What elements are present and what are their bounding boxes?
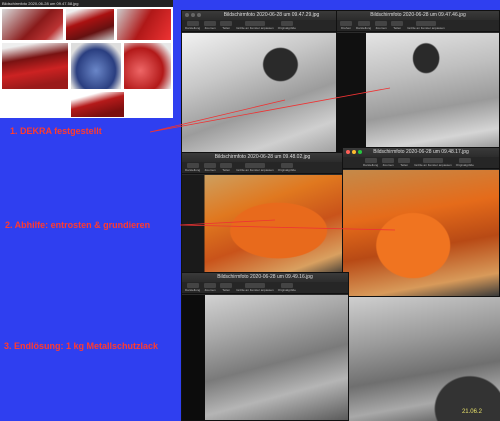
teilen-button[interactable]: Teilen bbox=[220, 283, 233, 292]
photo-underbody bbox=[182, 33, 361, 159]
fit-window-button[interactable]: Größe an Fenster anpassen bbox=[236, 283, 274, 292]
photo-underbody bbox=[337, 33, 499, 159]
window-titlebar[interactable]: Bildschirmfoto 2020-06-28 um 09.49.16.jp… bbox=[182, 273, 348, 282]
image-window-3[interactable]: Bildschirmfoto 2020-06-28 um 09.48.02.jp… bbox=[181, 152, 344, 277]
window-title: Bildschirmfoto 2020-06-28 um 09.47.29.jp… bbox=[223, 12, 320, 18]
window-toolbar: Darstellung Zoomen Teilen Größe an Fenst… bbox=[182, 162, 343, 174]
drehen-button[interactable]: Drehen bbox=[340, 21, 352, 30]
car-photo-thumbnail[interactable] bbox=[1, 42, 69, 90]
window-toolbar: Darstellung Zoomen Teilen Größe an Fenst… bbox=[182, 282, 348, 294]
darstellung-button[interactable]: Darstellung bbox=[185, 283, 200, 292]
darstellung-button[interactable]: Darstellung bbox=[363, 158, 378, 167]
teilen-button[interactable]: Teilen bbox=[398, 158, 411, 167]
car-photo-thumbnail[interactable] bbox=[1, 8, 64, 41]
zoomen-button[interactable]: Zoomen bbox=[375, 21, 388, 30]
label-endloesung: 3. Endlösung: 1 kg Metallschutzlack bbox=[4, 341, 159, 351]
collage-window[interactable]: Bildschirmfoto 2020-06-28 um 09.47.58.jp… bbox=[0, 0, 173, 118]
window-toolbar: Drehen Darstellung Zoomen Teilen Größe a… bbox=[337, 20, 499, 32]
car-photo-thumbnail[interactable] bbox=[65, 8, 115, 41]
thumb-grid bbox=[0, 7, 173, 118]
image-window-4[interactable]: Bildschirmfoto 2020-06-28 um 09.48.17.jp… bbox=[342, 147, 500, 297]
darstellung-button[interactable]: Darstellung bbox=[185, 163, 200, 172]
original-size-button[interactable]: Originalgröße bbox=[278, 21, 296, 30]
window-controls bbox=[346, 150, 362, 154]
original-size-button[interactable]: Originalgröße bbox=[278, 163, 296, 172]
car-photo-thumbnail[interactable] bbox=[123, 42, 172, 90]
window-controls bbox=[185, 13, 201, 17]
window-titlebar[interactable]: Bildschirmfoto 2020-06-28 um 09.48.02.jp… bbox=[182, 153, 343, 162]
window-title: Bildschirmfoto 2020-06-28 um 09.47.46.jp… bbox=[370, 12, 466, 18]
image-window-2[interactable]: Bildschirmfoto 2020-06-28 um 09.47.46.jp… bbox=[336, 10, 500, 160]
window-toolbar: Darstellung Zoomen Teilen Größe an Fenst… bbox=[343, 157, 499, 169]
zoomen-button[interactable]: Zoomen bbox=[382, 158, 395, 167]
fit-window-button[interactable]: Größe an Fenster anpassen bbox=[407, 21, 445, 30]
zoomen-button[interactable]: Zoomen bbox=[204, 283, 217, 292]
darstellung-button[interactable]: Darstellung bbox=[356, 21, 371, 30]
minimize-button[interactable] bbox=[352, 150, 356, 154]
label-abhilfe: 2. Abhilfe: entrosten & grundieren bbox=[5, 220, 151, 230]
window-title: Bildschirmfoto 2020-06-28 um 09.48.17.jp… bbox=[373, 149, 469, 155]
teilen-button[interactable]: Teilen bbox=[391, 21, 404, 30]
minimize-button[interactable] bbox=[191, 13, 195, 17]
photo-date-stamp: 21.06.2 bbox=[461, 409, 482, 415]
zoom-button[interactable] bbox=[358, 150, 362, 154]
fit-window-button[interactable]: Größe an Fenster anpassen bbox=[236, 163, 274, 172]
fit-window-button[interactable]: Größe an Fenster anpassen bbox=[414, 158, 452, 167]
window-titlebar[interactable]: Bildschirmfoto 2020-06-28 um 09.47.29.jp… bbox=[182, 11, 361, 20]
teilen-button[interactable]: Teilen bbox=[220, 163, 233, 172]
image-window-1[interactable]: Bildschirmfoto 2020-06-28 um 09.47.29.jp… bbox=[181, 10, 362, 160]
image-window-5[interactable]: Bildschirmfoto 2020-06-28 um 09.49.16.jp… bbox=[181, 272, 349, 421]
photo-primed-orange bbox=[343, 170, 499, 296]
original-size-button[interactable]: Originalgröße bbox=[278, 283, 296, 292]
teilen-button[interactable]: Teilen bbox=[220, 21, 233, 30]
fit-window-button[interactable]: Größe an Fenster anpassen bbox=[236, 21, 274, 30]
car-photo-thumbnail[interactable] bbox=[70, 42, 122, 90]
car-photo-thumbnail[interactable] bbox=[116, 8, 172, 41]
collage-titlebar[interactable]: Bildschirmfoto 2020-06-28 um 09.47.58.jp… bbox=[0, 0, 173, 7]
original-size-button[interactable]: Originalgröße bbox=[456, 158, 474, 167]
zoomen-button[interactable]: Zoomen bbox=[204, 21, 217, 30]
photo-protected-grey bbox=[182, 295, 348, 420]
darstellung-button[interactable]: Darstellung bbox=[185, 21, 200, 30]
photo-primed-orange bbox=[182, 175, 343, 276]
close-button[interactable] bbox=[185, 13, 189, 17]
window-title: Bildschirmfoto 2020-06-28 um 09.49.16.jp… bbox=[217, 274, 313, 280]
zoom-button[interactable] bbox=[197, 13, 201, 17]
window-toolbar: Darstellung Zoomen Teilen Größe an Fenst… bbox=[182, 20, 361, 32]
window-title: Bildschirmfoto 2020-06-28 um 09.48.02.jp… bbox=[214, 154, 311, 160]
window-titlebar[interactable]: Bildschirmfoto 2020-06-28 um 09.48.17.jp… bbox=[343, 148, 499, 157]
zoomen-button[interactable]: Zoomen bbox=[204, 163, 217, 172]
photo-protected-grey-2: 21.06.2 bbox=[349, 297, 500, 421]
collage-title: Bildschirmfoto 2020-06-28 um 09.47.58.jp… bbox=[2, 1, 79, 6]
label-dekra: 1. DEKRA festgestellt bbox=[10, 126, 102, 136]
close-button[interactable] bbox=[346, 150, 350, 154]
car-photo-thumbnail[interactable] bbox=[70, 91, 125, 118]
window-titlebar[interactable]: Bildschirmfoto 2020-06-28 um 09.47.46.jp… bbox=[337, 11, 499, 20]
